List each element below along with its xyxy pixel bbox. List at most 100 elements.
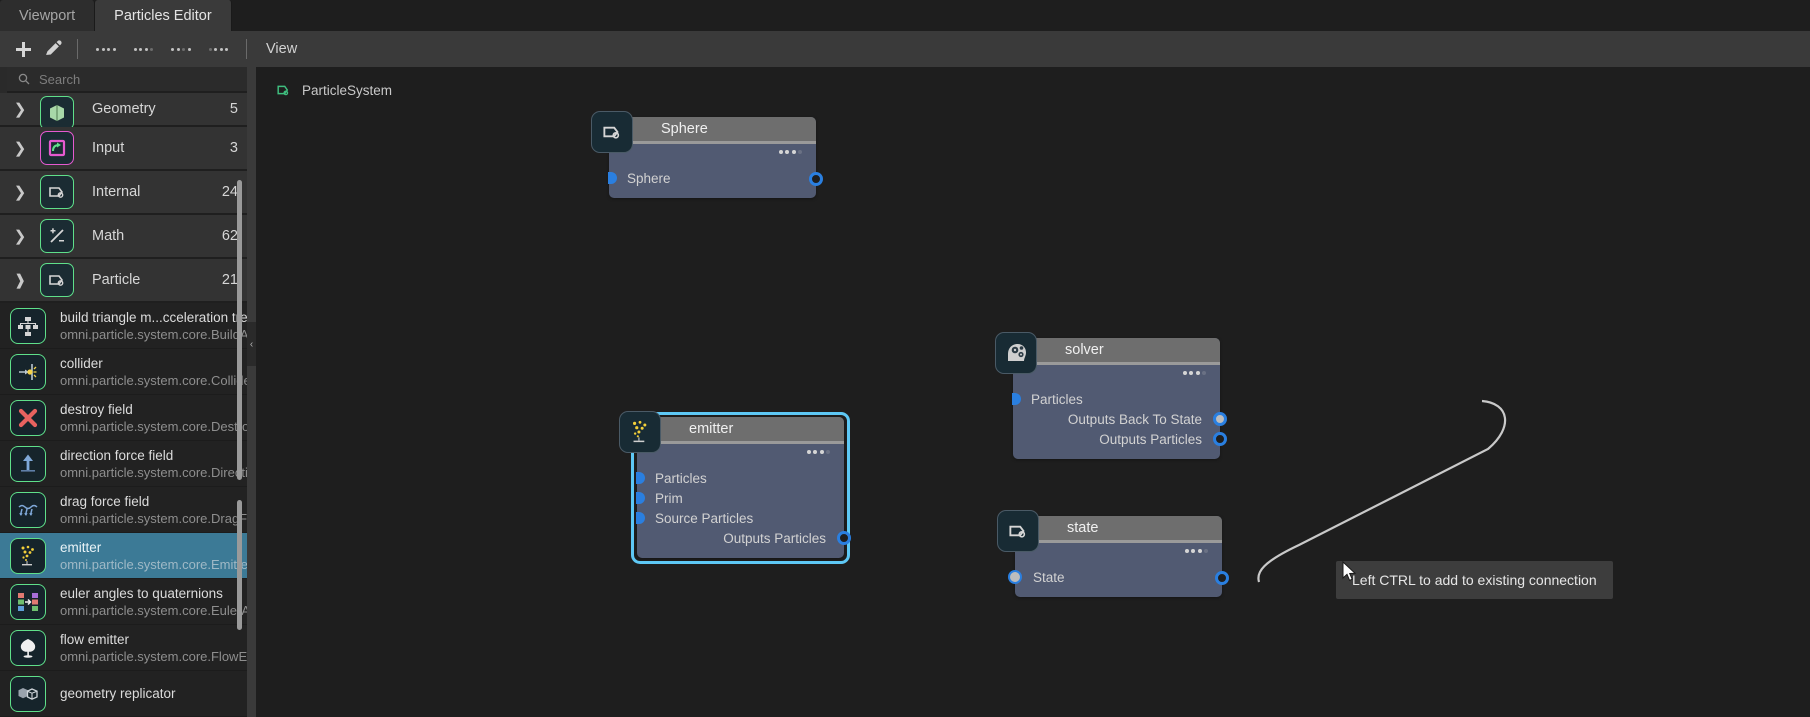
graph-node-state-header[interactable]: state <box>1015 516 1222 543</box>
library-scrollbar-thumb[interactable] <box>237 180 242 480</box>
list-item-texts: drag force field omni.particle.system.co… <box>60 493 256 527</box>
graph-node-state-menu[interactable] <box>1184 549 1208 553</box>
graph-node-sphere-body[interactable]: Sphere Sphere <box>591 111 823 198</box>
port-outputs-particles-emitter[interactable]: Outputs Particles <box>637 528 851 548</box>
port-state-out-dot[interactable] <box>1215 571 1229 585</box>
port-dot-icon[interactable] <box>636 492 645 504</box>
wire-solver-to-state[interactable] <box>1257 399 1506 583</box>
panel-splitter[interactable] <box>247 67 256 717</box>
library-scrollbar-thumb-lower[interactable] <box>237 500 242 630</box>
tab-particles-editor[interactable]: Particles Editor <box>95 0 232 31</box>
graph-node-solver-body[interactable]: solver Particles Outputs Back To State O… <box>995 332 1227 459</box>
port-dot-icon[interactable] <box>1008 570 1022 584</box>
port-prim-in[interactable]: Prim <box>636 488 844 508</box>
port-sphere-in[interactable]: Sphere <box>608 168 823 188</box>
list-item[interactable]: flow emitter omni.particle.system.core.F… <box>0 625 256 671</box>
graph-node-state[interactable]: state State <box>997 510 1229 597</box>
euler-blocks-glyph <box>18 592 38 611</box>
list-item-path: omni.particle.system.core.EulerAng <box>60 602 256 618</box>
graph-node-sphere-header[interactable]: Sphere <box>609 117 816 144</box>
toolbar-separator-1 <box>77 39 78 59</box>
chevron-right-icon[interactable]: ❯ <box>0 139 40 157</box>
graph-node-solver[interactable]: solver Particles Outputs Back To State O… <box>995 332 1227 459</box>
tab-viewport[interactable]: Viewport <box>0 0 96 31</box>
chevron-right-icon[interactable]: ❯ <box>0 183 40 201</box>
list-item[interactable]: direction force field omni.particle.syst… <box>0 441 256 487</box>
graph-node-emitter-body[interactable]: emitter Particles Prim Source Particles … <box>619 411 851 564</box>
distribute-vertical-button[interactable] <box>200 47 238 51</box>
internal-icon <box>40 175 74 209</box>
list-item[interactable]: geometry replicator <box>0 671 256 717</box>
graph-node-emitter-menu[interactable] <box>806 450 830 454</box>
list-item[interactable]: collider omni.particle.system.core.Colli… <box>0 349 256 395</box>
graph-node-emitter[interactable]: emitter Particles Prim Source Particles … <box>619 411 851 564</box>
tree-glyph <box>18 316 38 336</box>
category-math-count: 62 <box>221 228 238 244</box>
graph-node-sphere-menu[interactable] <box>778 150 802 154</box>
port-sphere-out-dot[interactable] <box>809 172 823 186</box>
collapse-panel-button[interactable]: ‹ <box>247 322 256 366</box>
graph-node-solver-header[interactable]: solver <box>1013 338 1220 365</box>
tree-icon <box>10 307 46 344</box>
category-particle-label: Particle <box>92 272 141 288</box>
category-particle-count: 21 <box>221 272 238 288</box>
category-internal[interactable]: ❯ Internal 24 <box>0 171 256 215</box>
list-item[interactable]: euler angles to quaternions omni.particl… <box>0 579 256 625</box>
euler-blocks-icon <box>10 583 46 620</box>
align-center-button[interactable] <box>125 47 163 51</box>
list-item[interactable]: build triangle m...cceleration tree omni… <box>0 303 256 349</box>
graph-canvas[interactable]: ParticleSystem Sphere Sphere solver Part… <box>256 67 1810 717</box>
pencil-icon <box>46 40 62 55</box>
list-item-emitter[interactable]: emitter omni.particle.system.core.Emitte… <box>0 533 256 579</box>
graph-node-sphere[interactable]: Sphere Sphere <box>591 111 823 198</box>
port-particles-in-emitter[interactable]: Particles <box>636 468 844 488</box>
category-math[interactable]: ❯ Math 62 <box>0 215 256 259</box>
align-left-button[interactable] <box>87 47 125 51</box>
list-item-texts: build triangle m...cceleration tree omni… <box>60 309 255 343</box>
internal-node-icon <box>997 510 1039 552</box>
category-input[interactable]: ❯ Input 3 <box>0 127 256 171</box>
category-input-label: Input <box>92 140 125 156</box>
port-outputs-back-to-state[interactable]: Outputs Back To State <box>1013 409 1227 429</box>
add-node-button[interactable] <box>8 34 38 64</box>
list-item[interactable]: destroy field omni.particle.system.core.… <box>0 395 256 441</box>
geometry-cubes-icon <box>10 675 46 712</box>
distribute-horizontal-button[interactable] <box>162 47 200 51</box>
port-particles-in[interactable]: Particles <box>1012 389 1220 409</box>
cubes-glyph <box>18 687 38 700</box>
port-dot-icon[interactable] <box>636 512 645 524</box>
port-dot-icon[interactable] <box>1213 432 1227 446</box>
internal-tag-glyph <box>603 126 620 139</box>
category-particle[interactable]: ❱ Particle 21 <box>0 259 256 303</box>
graph-node-state-body[interactable]: state State <box>997 510 1229 597</box>
graph-node-emitter-header[interactable]: emitter <box>637 417 844 444</box>
chevron-right-icon[interactable]: ❯ <box>0 227 40 245</box>
view-menu-button[interactable]: View <box>266 41 297 57</box>
list-item-title: emitter <box>60 539 102 555</box>
category-geometry[interactable]: ❯ Geometry 5 <box>0 93 256 130</box>
chevron-down-icon[interactable]: ❱ <box>0 271 40 289</box>
list-item[interactable]: drag force field omni.particle.system.co… <box>0 487 256 533</box>
library-tree: ❯ Geometry 5 ❯ Input 3 ❯ Internal 24 ❯ M… <box>0 93 256 717</box>
chevron-right-icon[interactable]: ❯ <box>0 100 40 118</box>
port-outputs-particles-solver[interactable]: Outputs Particles <box>1013 429 1227 449</box>
list-item-path: omni.particle.system.core.BuildAc <box>60 326 256 342</box>
search-bar[interactable]: Search <box>4 67 252 91</box>
edit-button[interactable] <box>38 34 68 64</box>
graph-node-solver-menu[interactable] <box>1182 371 1206 375</box>
port-dot-icon[interactable] <box>608 172 617 184</box>
port-dot-icon[interactable] <box>1213 412 1227 426</box>
math-operators-glyph <box>50 228 64 243</box>
drag-waves-glyph <box>18 504 38 516</box>
port-dot-icon[interactable] <box>1012 393 1021 405</box>
port-source-particles-in[interactable]: Source Particles <box>636 508 844 528</box>
port-dot-icon[interactable] <box>837 531 851 545</box>
port-dot-icon[interactable] <box>636 472 645 484</box>
category-internal-label: Internal <box>92 184 141 200</box>
port-particles-in-emitter-label: Particles <box>655 470 707 486</box>
direction-arrow-icon <box>10 445 46 482</box>
list-item-path: omni.particle.system.core.Emitter <box>60 556 253 572</box>
port-state-in[interactable]: State <box>1008 567 1229 587</box>
tab-viewport-label: Viewport <box>19 7 76 24</box>
port-prim-in-label: Prim <box>655 490 683 506</box>
